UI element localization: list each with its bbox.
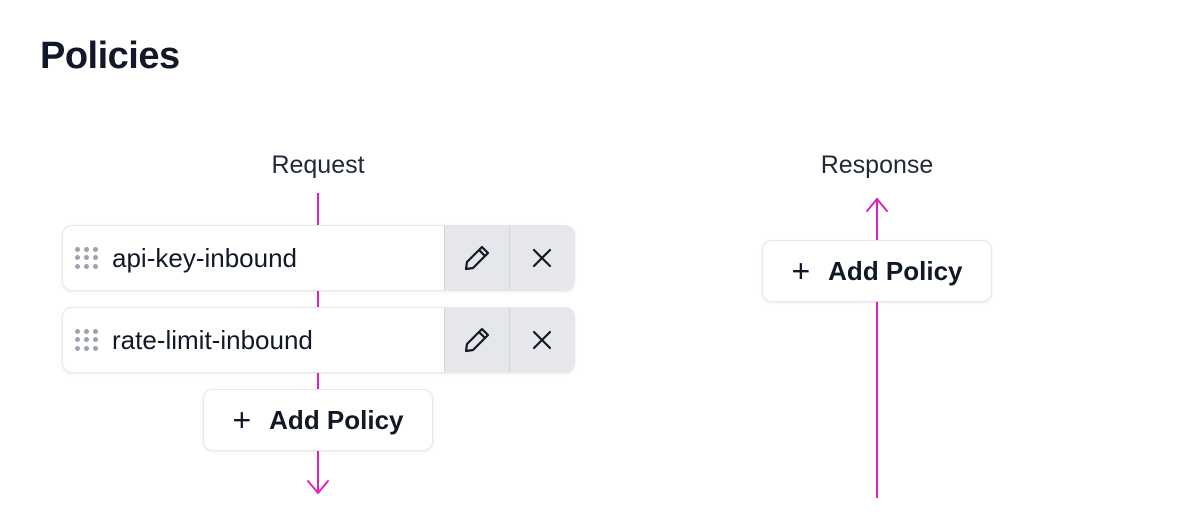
pencil-icon bbox=[464, 245, 490, 271]
policy-card-api-key-inbound: api-key-inbound bbox=[62, 225, 575, 291]
response-add-policy-button[interactable]: + Add Policy bbox=[762, 240, 992, 302]
policy-main: rate-limit-inbound bbox=[63, 308, 444, 372]
remove-policy-button[interactable] bbox=[509, 308, 574, 372]
policy-main: api-key-inbound bbox=[63, 226, 444, 290]
add-policy-label: Add Policy bbox=[269, 404, 404, 435]
response-flow-line-bottom bbox=[876, 302, 878, 498]
arrow-down-icon bbox=[307, 480, 329, 494]
plus-icon: + bbox=[791, 253, 811, 289]
drag-handle-icon[interactable] bbox=[75, 247, 101, 269]
edit-policy-button[interactable] bbox=[444, 226, 509, 290]
close-icon bbox=[532, 248, 552, 268]
request-flow-line-top bbox=[317, 193, 319, 225]
page-title: Policies bbox=[40, 35, 180, 77]
remove-policy-button[interactable] bbox=[509, 226, 574, 290]
close-icon bbox=[532, 330, 552, 350]
response-flow-line-top bbox=[876, 198, 878, 240]
policy-name: rate-limit-inbound bbox=[112, 325, 313, 355]
response-column-label: Response bbox=[820, 151, 934, 179]
request-flow-line-low bbox=[317, 373, 319, 389]
request-flow-line-mid bbox=[317, 291, 319, 307]
request-add-policy-button[interactable]: + Add Policy bbox=[203, 389, 433, 451]
edit-policy-button[interactable] bbox=[444, 308, 509, 372]
pencil-icon bbox=[464, 327, 490, 353]
policy-card-rate-limit-inbound: rate-limit-inbound bbox=[62, 307, 575, 373]
drag-handle-icon[interactable] bbox=[75, 329, 101, 351]
add-policy-label: Add Policy bbox=[828, 255, 963, 286]
request-column-label: Request bbox=[271, 151, 365, 179]
plus-icon: + bbox=[232, 402, 252, 438]
policy-name: api-key-inbound bbox=[112, 243, 298, 273]
